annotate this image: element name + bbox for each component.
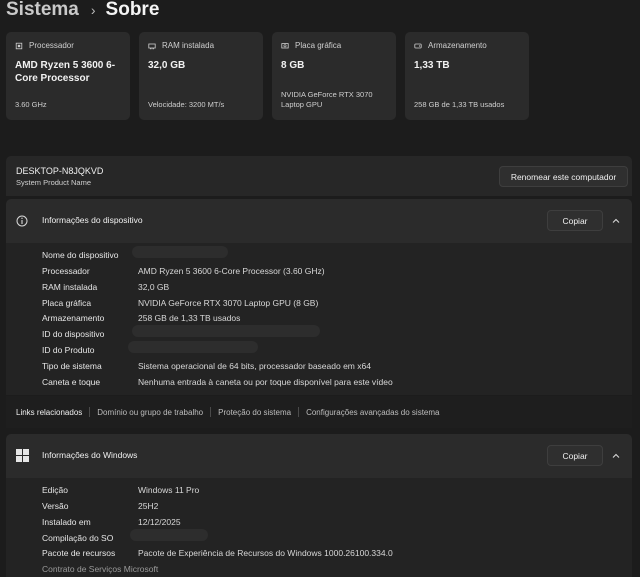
installed-on-value: 12/12/2025: [138, 517, 181, 527]
pen-touch-value: Nenhuma entrada à caneta ou por toque di…: [138, 377, 393, 387]
system-type-label: Tipo de sistema: [42, 361, 102, 371]
device-info-body: Nome do dispositivo Processador AMD Ryze…: [6, 243, 632, 395]
processor-card: Processador AMD Ryzen 5 3600 6-Core Proc…: [6, 32, 130, 120]
storage-card-label: Armazenamento: [428, 41, 487, 50]
related-links-label: Links relacionados: [16, 407, 83, 417]
link-system-protection[interactable]: Proteção do sistema: [218, 408, 291, 417]
related-links: Links relacionados Domínio ou grupo de t…: [6, 396, 632, 428]
breadcrumb-separator: ›: [90, 2, 96, 18]
gpu-card: Placa gráfica 8 GB NVIDIA GeForce RTX 30…: [272, 32, 396, 120]
storage-card-detail: 258 GB de 1,33 TB usados: [414, 100, 505, 109]
windows-info-title: Informações do Windows: [42, 450, 138, 460]
processor-label: Processador: [42, 266, 90, 276]
divider: [298, 407, 300, 417]
ram-card-detail: Velocidade: 3200 MT/s: [148, 100, 225, 109]
gpu-label: Placa gráfica: [42, 298, 92, 308]
processor-card-label: Processador: [29, 41, 74, 50]
storage-card: Armazenamento 1,33 TB 258 GB de 1,33 TB …: [405, 32, 529, 120]
version-label: Versão: [42, 501, 69, 511]
device-name-label: Nome do dispositivo: [42, 250, 119, 260]
processor-icon: [15, 42, 23, 49]
chevron-up-icon[interactable]: [611, 451, 621, 461]
gpu-card-value: 8 GB: [281, 60, 305, 71]
ram-value: 32,0 GB: [138, 282, 170, 292]
gpu-card-detail: NVIDIA GeForce RTX 3070 Laptop GPU: [281, 90, 373, 109]
page-title: Sobre: [105, 0, 160, 20]
link-advanced-system-settings[interactable]: Configurações avançadas do sistema: [306, 408, 439, 417]
link-domain-workgroup[interactable]: Domínio ou grupo de trabalho: [97, 408, 203, 417]
redacted-device-name: [132, 246, 228, 258]
ram-card-label: RAM instalada: [162, 41, 215, 50]
divider: [210, 407, 212, 417]
computer-name-panel: DESKTOP-N8JQKVD System Product Name Reno…: [6, 156, 632, 196]
breadcrumb-parent[interactable]: Sistema: [6, 0, 79, 21]
copy-windows-info-button[interactable]: Copiar: [547, 445, 603, 466]
ms-services-agreement-link[interactable]: Contrato de Serviços Microsoft: [42, 564, 242, 574]
divider: [89, 407, 91, 417]
ram-card-value: 32,0 GB: [148, 60, 186, 71]
rename-computer-button[interactable]: Renomear este computador: [499, 166, 628, 187]
edition-value: Windows 11 Pro: [138, 485, 200, 495]
computer-name: DESKTOP-N8JQKVD: [16, 166, 104, 176]
device-info-title: Informações do dispositivo: [42, 215, 143, 225]
gpu-card-label: Placa gráfica: [295, 41, 342, 50]
device-info-header[interactable]: Informações do dispositivo Copiar: [6, 199, 632, 243]
redacted-product-id: [128, 341, 258, 353]
processor-card-detail: 3.60 GHz: [15, 100, 47, 109]
breadcrumb: Sistema › Sobre: [6, 0, 159, 23]
copy-device-info-button[interactable]: Copiar: [547, 210, 603, 231]
product-id-label: ID do Produto: [42, 345, 95, 355]
windows-info-header[interactable]: Informações do Windows Copiar: [6, 434, 632, 478]
storage-card-value: 1,33 TB: [414, 60, 450, 71]
redacted-os-build: [130, 529, 208, 541]
processor-value: AMD Ryzen 5 3600 6-Core Processor (3.60 …: [138, 266, 325, 276]
storage-label: Armazenamento: [42, 313, 105, 323]
processor-card-value: AMD Ryzen 5 3600 6-Core Processor: [15, 60, 116, 84]
version-value: 25H2: [138, 501, 159, 511]
pen-touch-label: Caneta e toque: [42, 377, 101, 387]
storage-icon: [414, 43, 422, 48]
redacted-device-id: [132, 325, 320, 337]
feature-pack-label: Pacote de recursos: [42, 548, 116, 558]
feature-pack-value: Pacote de Experiência de Recursos do Win…: [138, 548, 393, 558]
windows-info-body: Edição Windows 11 Pro Versão 25H2 Instal…: [6, 478, 632, 577]
ram-label: RAM instalada: [42, 282, 98, 292]
system-type-value: Sistema operacional de 64 bits, processa…: [138, 361, 371, 371]
storage-value: 258 GB de 1,33 TB usados: [138, 313, 241, 323]
installed-on-label: Instalado em: [42, 517, 91, 527]
ram-icon: [148, 43, 156, 49]
chevron-up-icon[interactable]: [611, 216, 621, 226]
device-id-label: ID do dispositivo: [42, 329, 105, 339]
computer-subtitle: System Product Name: [16, 178, 92, 187]
windows-logo-icon: [16, 449, 29, 462]
edition-label: Edição: [42, 485, 68, 495]
info-icon: [16, 215, 28, 227]
gpu-icon: [281, 42, 289, 48]
ram-card: RAM instalada 32,0 GB Velocidade: 3200 M…: [139, 32, 263, 120]
gpu-value: NVIDIA GeForce RTX 3070 Laptop GPU (8 GB…: [138, 298, 319, 308]
os-build-label: Compilação do SO: [42, 533, 114, 543]
